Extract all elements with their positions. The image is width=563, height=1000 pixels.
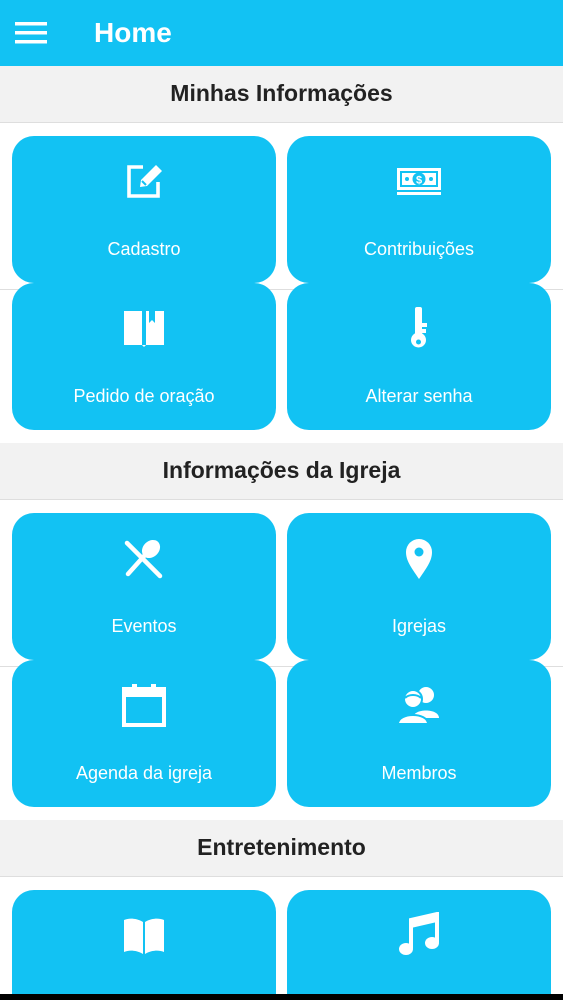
menu-button[interactable] (10, 12, 52, 54)
music-note-icon (396, 912, 442, 958)
tile-label: Contribuições (363, 239, 475, 259)
tile-igrejas[interactable]: Igrejas (287, 513, 551, 660)
tile-entretenimento-musica[interactable] (287, 890, 551, 994)
fork-spoon-icon (121, 535, 167, 581)
section-header-entretenimento: Entretenimento (0, 820, 563, 877)
open-book-icon (121, 912, 167, 958)
hamburger-menu-icon (15, 22, 47, 44)
bookmark-book-icon (121, 305, 167, 351)
money-bill-icon: $ (396, 158, 442, 204)
section-header-minhas-informacoes: Minhas Informações (0, 66, 563, 123)
tile-cadastro[interactable]: Cadastro (12, 136, 276, 283)
tile-label: Membros (381, 763, 457, 783)
users-icon (396, 682, 442, 728)
tile-membros[interactable]: Membros (287, 660, 551, 807)
grid-informacoes-da-igreja: Eventos Igrejas Agenda da igreja Membros (0, 500, 563, 807)
tile-label: Eventos (111, 616, 177, 636)
map-pin-icon (396, 535, 442, 581)
system-navigation-bar (0, 994, 563, 1000)
tile-label: Pedido de oração (73, 386, 215, 406)
svg-text:$: $ (416, 175, 422, 187)
tile-label: Agenda da igreja (75, 763, 213, 783)
tile-eventos[interactable]: Eventos (12, 513, 276, 660)
tile-label: Alterar senha (365, 386, 473, 406)
tile-pedido-de-oracao[interactable]: Pedido de oração (12, 283, 276, 430)
app-bar: Home (0, 0, 563, 66)
tile-label: Cadastro (107, 239, 181, 259)
grid-minhas-informacoes: Cadastro $ Contribuições Pedido de oraçã… (0, 123, 563, 430)
key-icon (396, 305, 442, 351)
page-title: Home (94, 17, 172, 48)
tile-entretenimento-leitura[interactable] (12, 890, 276, 994)
home-content[interactable]: Minhas Informações Cadastro $ Contribuiç… (0, 66, 563, 994)
tile-contribuicoes[interactable]: $ Contribuições (287, 136, 551, 283)
section-header-informacoes-da-igreja: Informações da Igreja (0, 443, 563, 500)
grid-entretenimento (0, 877, 563, 994)
edit-icon (121, 158, 167, 204)
calendar-icon (121, 682, 167, 728)
tile-agenda-da-igreja[interactable]: Agenda da igreja (12, 660, 276, 807)
tile-alterar-senha[interactable]: Alterar senha (287, 283, 551, 430)
tile-label: Igrejas (391, 616, 447, 636)
